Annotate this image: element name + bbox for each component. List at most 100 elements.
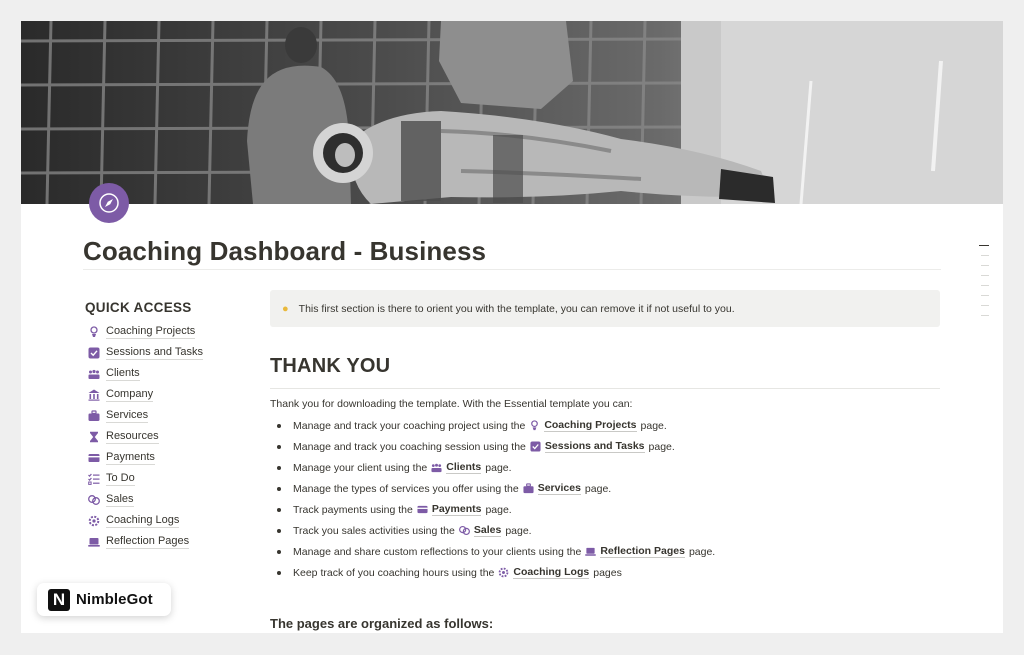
outline-item[interactable] (981, 305, 989, 306)
link-coaching-logs[interactable]: Coaching Logs (498, 566, 590, 579)
page-outline[interactable] (979, 245, 991, 325)
quick-access-coaching-logs[interactable]: Coaching Logs (85, 510, 265, 531)
gear-icon (88, 515, 100, 526)
list-item-suffix: page. (640, 419, 667, 432)
laptop-icon (88, 537, 100, 547)
link-sessions-and-tasks[interactable]: Sessions and Tasks (530, 440, 645, 453)
briefcase-icon (88, 409, 100, 421)
quick-access-sales[interactable]: Sales (85, 489, 265, 510)
heading-divider (270, 388, 940, 389)
link-text: Sales (473, 524, 502, 537)
list-item: Manage the types of services you offer u… (270, 478, 940, 499)
outline-item[interactable] (981, 255, 989, 256)
quick-access-title: QUICK ACCESS (85, 300, 192, 315)
gear-icon (499, 567, 509, 578)
list-item-text: Manage the types of services you offer u… (293, 482, 519, 495)
people-icon (88, 369, 100, 379)
checklist-icon (88, 473, 100, 485)
thank-you-heading: THANK YOU (270, 355, 391, 377)
lightbulb-person-icon (531, 420, 539, 431)
link-sales[interactable]: Sales (458, 524, 502, 537)
list-item-text: Track you sales activities using the (293, 524, 455, 537)
callout: ● This first section is there to orient … (270, 290, 940, 327)
list-item-suffix: page. (505, 524, 532, 537)
list-item: Manage and track your coaching project u… (270, 415, 940, 436)
page-title: Coaching Dashboard - Business (83, 236, 487, 266)
quick-access-label: Reflection Pages (106, 534, 190, 549)
credit-card-icon (417, 505, 428, 514)
quick-access-label: To Do (106, 471, 135, 486)
quick-access-resources[interactable]: Resources (85, 426, 265, 447)
list-item-text: Manage and share custom reflections to y… (293, 545, 582, 558)
quick-access-company[interactable]: Company (85, 384, 265, 405)
bullet (277, 444, 281, 449)
list-item-text: Manage your client using the (293, 461, 428, 474)
quick-access-label: Resources (106, 429, 159, 444)
quick-access-reflection-pages[interactable]: Reflection Pages (85, 531, 265, 552)
link-coaching-projects[interactable]: Coaching Projects (529, 419, 637, 432)
list-item-suffix: page. (648, 440, 675, 453)
outline-item[interactable] (981, 275, 989, 276)
nimblegot-watermark: N NimbleGot (37, 583, 171, 616)
coins-icon (458, 525, 470, 536)
link-clients[interactable]: Clients (431, 461, 482, 474)
list-item: Track you sales activities using the Sal… (270, 520, 940, 541)
quick-access-sessions-and-tasks[interactable]: Sessions and Tasks (85, 342, 265, 363)
quick-access-label: Services (106, 408, 149, 423)
pages-organized-heading: The pages are organized as follows: (270, 616, 494, 631)
outline-item[interactable] (981, 285, 989, 286)
coins-icon (88, 494, 100, 505)
notion-page: Coaching Dashboard - Business QUICK ACCE… (21, 21, 1003, 633)
link-reflection-pages[interactable]: Reflection Pages (585, 545, 685, 558)
lightbulb-person-icon (90, 325, 98, 337)
checkbox-icon (88, 347, 100, 358)
quick-access-clients[interactable]: Clients (85, 363, 265, 384)
list-item: Manage and track you coaching session us… (270, 436, 940, 457)
link-text: Reflection Pages (600, 545, 685, 558)
link-text: Coaching Logs (513, 566, 590, 579)
list-item: Keep track of you coaching hours using t… (270, 562, 940, 583)
bullet (277, 465, 281, 470)
intro-text: Thank you for downloading the template. … (270, 398, 633, 410)
list-item-suffix: pages (593, 566, 622, 579)
link-payments[interactable]: Payments (417, 503, 482, 516)
link-text: Coaching Projects (544, 419, 637, 432)
quick-access-to-do[interactable]: To Do (85, 468, 265, 489)
list-item-text: Track payments using the (293, 503, 413, 516)
building-icon (88, 389, 100, 401)
compass-icon[interactable] (89, 183, 129, 223)
quick-access-label: Sales (106, 492, 134, 507)
outline-item[interactable] (981, 295, 989, 296)
callout-text: This first section is there to orient yo… (298, 302, 735, 315)
quick-access-label: Coaching Projects (106, 324, 196, 339)
list-item: Manage your client using the Clients pag… (270, 457, 940, 478)
cover-image[interactable] (21, 21, 1003, 204)
checkbox-icon (530, 441, 541, 452)
outline-item[interactable] (981, 265, 989, 266)
bullet (277, 528, 281, 533)
bullet (277, 549, 281, 554)
link-text: Sessions and Tasks (544, 440, 645, 453)
list-item-suffix: page. (688, 545, 716, 558)
bullet (277, 423, 281, 428)
link-text: Clients (446, 461, 482, 474)
bullet (277, 570, 281, 575)
link-text: Payments (431, 503, 482, 516)
quick-access-label: Coaching Logs (106, 513, 180, 528)
cover-photo-art (21, 21, 1003, 204)
quick-access-coaching-projects[interactable]: Coaching Projects (85, 321, 265, 342)
credit-card-icon (88, 453, 100, 462)
list-item: Manage and share custom reflections to y… (270, 541, 940, 562)
outline-item-active[interactable] (979, 245, 989, 246)
list-item-suffix: page. (485, 461, 512, 474)
link-services[interactable]: Services (523, 482, 581, 495)
nimblegot-logo-icon: N (48, 588, 70, 611)
quick-access-services[interactable]: Services (85, 405, 265, 426)
quick-access-label: Company (106, 387, 154, 402)
outline-item[interactable] (981, 315, 989, 316)
people-icon (431, 463, 442, 473)
quick-access-payments[interactable]: Payments (85, 447, 265, 468)
bullet (277, 507, 281, 512)
lightbulb-icon: ● (282, 302, 289, 315)
quick-access-label: Sessions and Tasks (106, 345, 204, 360)
